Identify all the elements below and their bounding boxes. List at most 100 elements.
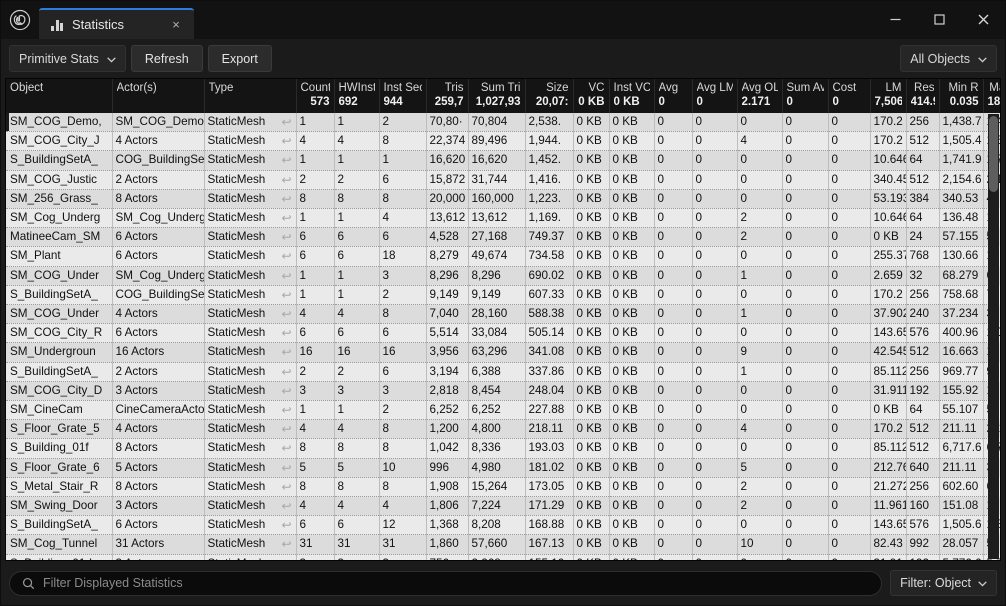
table-row[interactable]: SM_256_Grass_ 8 Actors StaticMesh ↩ 8 8 8 20,00… — [6, 189, 1000, 210]
cell-avg: 0 — [654, 496, 693, 517]
table-row[interactable]: SM_COG_City_J 4 Actors StaticMesh ↩ 4 4 8 22,37… — [6, 131, 1000, 152]
revert-arrow-icon[interactable]: ↩ — [281, 115, 291, 129]
table-row[interactable]: S_BuildingSetA_ 2 Actors StaticMesh ↩ 2 2 6 3,1… — [6, 362, 1000, 382]
table-row[interactable]: S_Floor_Grate_5 4 Actors StaticMesh ↩ 4 4 8 1,2… — [6, 419, 1000, 440]
column-header-inst-sec[interactable]: Inst Sec 944 — [379, 79, 427, 113]
table-row[interactable]: S_BuildingSetA_ COG_BuildingSe StaticMesh ↩… — [6, 150, 1000, 171]
column-header-lm[interactable]: LM 7,506 — [870, 79, 907, 113]
cell-res: 64 — [906, 150, 940, 171]
cell-object: SM_256_Grass_ — [6, 189, 113, 210]
revert-arrow-icon[interactable]: ↩ — [281, 288, 291, 302]
table-row[interactable]: SM_COG_Justic 2 Actors StaticMesh ↩ 2 2 6 15,87… — [6, 170, 1000, 190]
revert-arrow-icon[interactable]: ↩ — [281, 461, 291, 475]
cell-avg-ol: 1 — [737, 362, 783, 382]
column-header-cost[interactable]: Cost 0 — [828, 79, 871, 113]
filter-object-dropdown[interactable]: Filter: Object — [890, 570, 997, 596]
tab-close-icon[interactable]: × — [168, 18, 184, 31]
tab-statistics[interactable]: Statistics × — [39, 8, 194, 39]
cell-inst-vc: 0 KB — [609, 266, 655, 286]
revert-arrow-icon[interactable]: ↩ — [281, 537, 291, 551]
revert-arrow-icon[interactable]: ↩ — [281, 480, 291, 494]
refresh-button[interactable]: Refresh — [130, 45, 203, 72]
revert-arrow-icon[interactable]: ↩ — [281, 249, 291, 263]
revert-arrow-icon[interactable]: ↩ — [281, 518, 291, 532]
revert-arrow-icon[interactable]: ↩ — [281, 326, 291, 340]
column-header-object[interactable]: Object — [6, 79, 113, 113]
cell-object: SM_Undergroun — [6, 342, 113, 363]
revert-arrow-icon[interactable]: ↩ — [281, 173, 291, 187]
column-header-size[interactable]: Size 20,07: — [525, 79, 574, 113]
revert-arrow-icon[interactable]: ↩ — [281, 422, 291, 436]
table-row[interactable]: SM_COG_Demo, SM_COG_Demo, StaticMesh ↩ 1 1 2 70… — [6, 113, 1000, 133]
revert-arrow-icon[interactable]: ↩ — [281, 192, 291, 206]
table-row[interactable]: SM_Plant 6 Actors StaticMesh ↩ 6 6 18 8,279 49,6… — [6, 246, 1000, 267]
cell-inst-vc: 0 KB — [609, 419, 655, 440]
maximize-button[interactable] — [917, 1, 961, 37]
revert-arrow-icon[interactable]: ↩ — [281, 345, 291, 359]
object-filter-dropdown[interactable]: All Objects — [900, 45, 997, 72]
cell-avg-ol: 2 — [737, 227, 783, 248]
close-button[interactable] — [961, 1, 1005, 37]
table-row[interactable]: S_BuildingSetA_ COG_BuildingSe StaticMesh ↩… — [6, 285, 1000, 306]
export-button[interactable]: Export — [207, 45, 272, 72]
table-row[interactable]: SM_COG_City_D 3 Actors StaticMesh ↩ 3 3 3 2,818… — [6, 381, 1000, 402]
revert-arrow-icon[interactable]: ↩ — [281, 384, 291, 398]
revert-arrow-icon[interactable]: ↩ — [281, 134, 291, 148]
revert-arrow-icon[interactable]: ↩ — [281, 307, 291, 321]
cell-size: 155.10 — [525, 554, 574, 560]
table-row[interactable]: S_Building_01f 8 Actors StaticMesh ↩ 8 8 8 1,04… — [6, 438, 1000, 459]
cell-res: 512 — [906, 170, 940, 190]
column-header-max-r[interactable]: Max R 188,99 — [983, 79, 1000, 113]
revert-arrow-icon[interactable]: ↩ — [281, 499, 291, 513]
table-row[interactable]: SM_Cog_Underg SM_Cog_Underg StaticMesh ↩ 1 1 4… — [6, 208, 1000, 229]
column-header-sum-av[interactable]: Sum Av 0 — [782, 79, 829, 113]
revert-arrow-icon[interactable]: ↩ — [281, 365, 291, 379]
column-header-sum-tri[interactable]: Sum Tri 1,027,93 — [468, 79, 526, 113]
table-row[interactable]: S_BuildingSetA_ 6 Actors StaticMesh ↩ 6 6 12 1,… — [6, 515, 1000, 536]
column-header-actor-s[interactable]: Actor(s) — [112, 79, 205, 113]
cell-avg-ol: 0 — [737, 246, 783, 267]
column-header-count[interactable]: Count 573 — [296, 79, 335, 113]
column-header-avg-lm[interactable]: Avg LM 0 — [692, 79, 738, 113]
table-row[interactable]: SM_Undergroun 16 Actors StaticMesh ↩ 16 16 16 3… — [6, 342, 1000, 363]
table-row[interactable]: SM_COG_Under 4 Actors StaticMesh ↩ 4 4 8 7,040 2… — [6, 304, 1000, 325]
table-row[interactable]: MatineeCam_SM 6 Actors StaticMesh ↩ 6 6 6 4,528… — [6, 227, 1000, 248]
cell-inst-sec: 3 — [379, 554, 427, 560]
table-row[interactable]: SM_Swing_Door 3 Actors StaticMesh ↩ 4 4 4 1,806… — [6, 496, 1000, 517]
column-header-type[interactable]: Type — [204, 79, 297, 113]
table-row[interactable]: S_Metal_Stair_R 8 Actors StaticMesh ↩ 8 8 8 1,9… — [6, 477, 1000, 498]
revert-arrow-icon[interactable]: ↩ — [281, 441, 291, 455]
revert-arrow-icon[interactable]: ↩ — [281, 557, 291, 560]
column-header-avg-ol[interactable]: Avg OL 2.171 — [737, 79, 783, 113]
cell-res: 512 — [906, 131, 940, 152]
column-header-hwinst[interactable]: HWInst 692 — [334, 79, 380, 113]
table-row[interactable]: S_Floor_Grate_6 5 Actors StaticMesh ↩ 5 5 10 99… — [6, 458, 1000, 478]
table-row[interactable]: SM_CineCam CineCameraActo StaticMesh ↩ 1 1 2 6,… — [6, 400, 1000, 421]
column-header-vc[interactable]: VC 0 KB — [573, 79, 610, 113]
cell-lm: 0 KB — [870, 400, 907, 421]
filter-search-box[interactable]: Filter Displayed Statistics — [9, 570, 883, 596]
column-header-inst-vc[interactable]: Inst VC 0 KB — [609, 79, 655, 113]
table-row[interactable]: SM_COG_Under SM_Cog_Underg StaticMesh ↩ 1 1 3 8… — [6, 266, 1000, 286]
revert-arrow-icon[interactable]: ↩ — [281, 230, 291, 244]
column-header-min-r[interactable]: Min R 0.035 — [939, 79, 984, 113]
scrollbar-thumb[interactable] — [989, 116, 998, 192]
table-row[interactable]: S_Building_01d3 ActorsStaticMesh↩3337562… — [6, 554, 1000, 560]
table-row[interactable]: SM_Cog_Tunnel 31 Actors StaticMesh ↩ 31 31 31 1… — [6, 534, 1000, 555]
revert-arrow-icon[interactable]: ↩ — [281, 403, 291, 417]
cell-avg-ol: 0 — [737, 170, 783, 190]
column-header-avg[interactable]: Avg 0 — [654, 79, 693, 113]
revert-arrow-icon[interactable]: ↩ — [281, 153, 291, 167]
table-row[interactable]: SM_COG_City_R 6 Actors StaticMesh ↩ 6 6 6 5,514… — [6, 323, 1000, 344]
cell-inst-vc: 0 KB — [609, 227, 655, 248]
minimize-button[interactable] — [873, 1, 917, 37]
column-header-res[interactable]: Res 414.9 — [906, 79, 940, 113]
vertical-scrollbar[interactable] — [988, 114, 999, 559]
column-header-tris[interactable]: Tris 259,7 — [426, 79, 469, 113]
chevron-down-icon — [107, 55, 116, 65]
cell-avg: 0 — [654, 362, 693, 382]
revert-arrow-icon[interactable]: ↩ — [281, 211, 291, 225]
revert-arrow-icon[interactable]: ↩ — [281, 269, 291, 283]
column-header-label: Type — [208, 82, 234, 94]
stats-mode-dropdown[interactable]: Primitive Stats — [9, 45, 126, 72]
